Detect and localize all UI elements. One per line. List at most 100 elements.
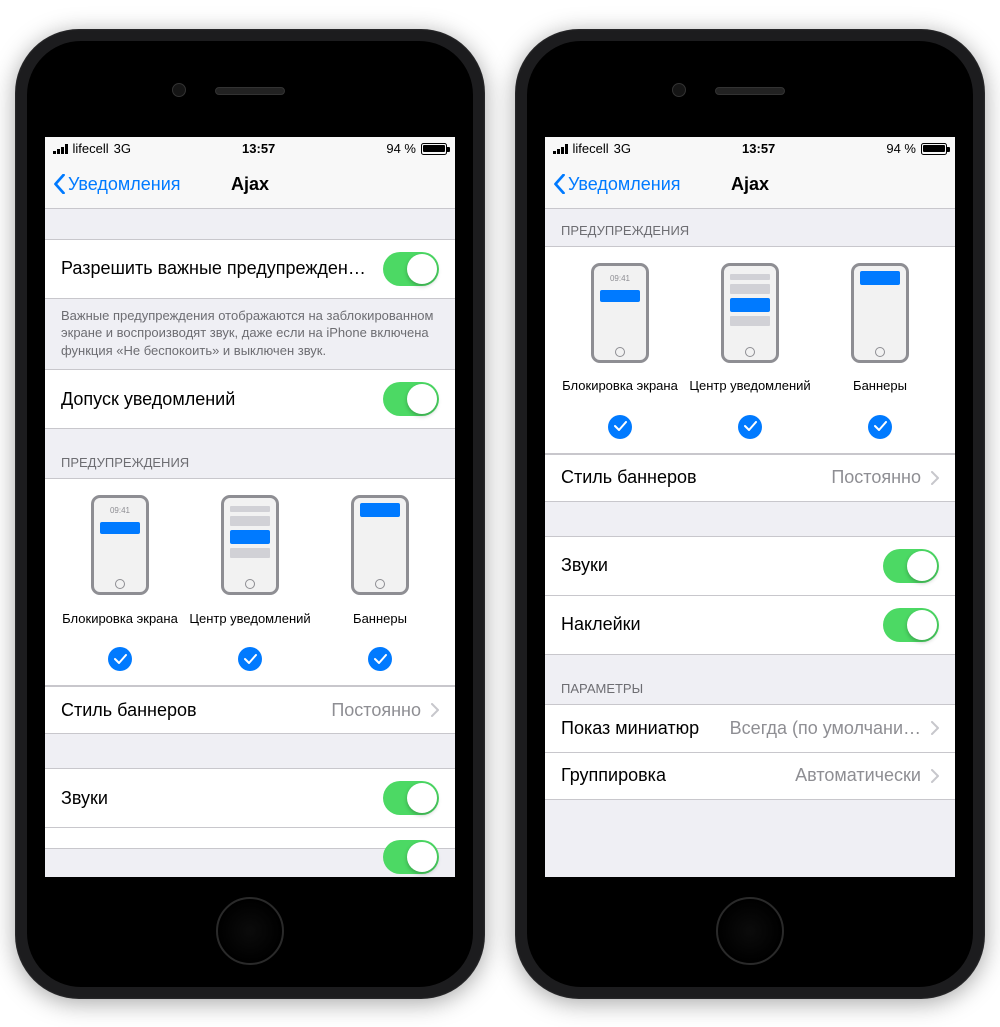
camera-icon <box>172 83 186 97</box>
banner-style-value: Постоянно <box>331 700 421 721</box>
back-label: Уведомления <box>68 174 181 195</box>
preview-banner[interactable]: Баннеры <box>816 263 945 403</box>
badges-row-partial[interactable] <box>45 827 455 849</box>
banner-style-row[interactable]: Стиль баннеров Постоянно <box>45 686 455 734</box>
lock-preview-icon: 09:41 <box>591 263 649 363</box>
critical-alerts-label: Разрешить важные предупрежден… <box>61 258 373 279</box>
back-button[interactable]: Уведомления <box>553 174 681 195</box>
preview-banner[interactable]: Баннеры <box>316 495 445 635</box>
preview-center[interactable]: Центр уведомлений <box>686 263 815 403</box>
preview-lock[interactable]: 09:41 Блокировка экрана <box>556 263 685 403</box>
banner-style-value: Постоянно <box>831 467 921 488</box>
preview-lock[interactable]: 09:41 Блокировка экрана <box>56 495 185 635</box>
allow-notifications-toggle[interactable] <box>383 382 439 416</box>
critical-alerts-row[interactable]: Разрешить важные предупрежден… <box>45 239 455 299</box>
back-label: Уведомления <box>568 174 681 195</box>
chevron-right-icon <box>931 471 939 485</box>
badges-row[interactable]: Наклейки <box>545 595 955 655</box>
carrier-label: lifecell <box>573 141 609 156</box>
phone-mockup: lifecell 3G 13:57 94 % Уведомления Ajax … <box>515 29 985 999</box>
preview-center-check[interactable] <box>738 415 762 439</box>
center-preview-icon <box>221 495 279 595</box>
bezel: lifecell 3G 13:57 94 % Уведомления Ajax … <box>527 41 973 987</box>
signal-icon <box>553 144 568 154</box>
badges-toggle[interactable] <box>883 608 939 642</box>
grouping-row[interactable]: Группировка Автоматически <box>545 752 955 800</box>
banner-preview-icon <box>851 263 909 363</box>
network-label: 3G <box>114 141 131 156</box>
badges-label: Наклейки <box>561 614 873 635</box>
badges-toggle[interactable] <box>383 840 439 874</box>
check-icon <box>614 421 627 432</box>
speaker-icon <box>715 87 785 95</box>
preview-label: Баннеры <box>853 371 907 403</box>
battery-pct: 94 % <box>386 141 416 156</box>
chevron-right-icon <box>931 769 939 783</box>
status-bar: lifecell 3G 13:57 94 % <box>45 137 455 161</box>
clock: 13:57 <box>742 141 775 156</box>
signal-icon <box>53 144 68 154</box>
grouping-value: Автоматически <box>795 765 921 786</box>
preview-label: Баннеры <box>353 603 407 635</box>
lock-time: 09:41 <box>594 274 646 283</box>
alert-style-section: 09:41 Блокировка экрана Центр уведомлени… <box>545 246 955 454</box>
home-button[interactable] <box>216 897 284 965</box>
banner-style-label: Стиль баннеров <box>61 700 321 721</box>
nav-bar: Уведомления Ajax <box>545 161 955 209</box>
chevron-right-icon <box>431 703 439 717</box>
preview-center-check[interactable] <box>238 647 262 671</box>
show-previews-value: Всегда (по умолчани… <box>709 718 921 739</box>
preview-label: Центр уведомлений <box>689 371 810 403</box>
sounds-label: Звуки <box>561 555 873 576</box>
check-icon <box>874 421 887 432</box>
critical-alerts-toggle[interactable] <box>383 252 439 286</box>
home-button[interactable] <box>716 897 784 965</box>
battery-icon <box>921 143 947 155</box>
clock: 13:57 <box>242 141 275 156</box>
preview-label: Центр уведомлений <box>189 603 310 635</box>
banner-style-row[interactable]: Стиль баннеров Постоянно <box>545 454 955 502</box>
sounds-row[interactable]: Звуки <box>45 768 455 827</box>
speaker-icon <box>215 87 285 95</box>
lock-preview-icon: 09:41 <box>91 495 149 595</box>
options-section-header: ПАРАМЕТРЫ <box>545 655 955 704</box>
carrier-label: lifecell <box>73 141 109 156</box>
alerts-section-header: ПРЕДУПРЕЖДЕНИЯ <box>545 209 955 246</box>
preview-lock-check[interactable] <box>108 647 132 671</box>
preview-lock-check[interactable] <box>608 415 632 439</box>
preview-banner-check[interactable] <box>868 415 892 439</box>
check-icon <box>744 421 757 432</box>
preview-label: Блокировка экрана <box>562 371 678 403</box>
battery-icon <box>421 143 447 155</box>
sounds-toggle[interactable] <box>883 549 939 583</box>
sounds-label: Звуки <box>61 788 373 809</box>
preview-center[interactable]: Центр уведомлений <box>186 495 315 635</box>
chevron-left-icon <box>553 174 566 194</box>
alert-style-section: 09:41 Блокировка экрана Центр уведомлени… <box>45 478 455 686</box>
screen: lifecell 3G 13:57 94 % Уведомления Ajax <box>45 137 455 877</box>
camera-icon <box>672 83 686 97</box>
alerts-section-header: ПРЕДУПРЕЖДЕНИЯ <box>45 429 455 478</box>
sounds-row[interactable]: Звуки <box>545 536 955 595</box>
show-previews-label: Показ миниатюр <box>561 718 699 739</box>
sounds-toggle[interactable] <box>383 781 439 815</box>
critical-alerts-footer: Важные предупреждения отображаются на за… <box>45 299 455 370</box>
settings-content[interactable]: ПРЕДУПРЕЖДЕНИЯ 09:41 Блокировка экрана <box>545 209 955 877</box>
phone-mockup: lifecell 3G 13:57 94 % Уведомления Ajax <box>15 29 485 999</box>
preview-label: Блокировка экрана <box>62 603 178 635</box>
check-icon <box>114 654 127 665</box>
center-preview-icon <box>721 263 779 363</box>
show-previews-row[interactable]: Показ миниатюр Всегда (по умолчани… <box>545 704 955 752</box>
grouping-label: Группировка <box>561 765 785 786</box>
nav-title: Ajax <box>731 174 769 195</box>
allow-notifications-row[interactable]: Допуск уведомлений <box>45 369 455 429</box>
preview-banner-check[interactable] <box>368 647 392 671</box>
chevron-left-icon <box>53 174 66 194</box>
screen: lifecell 3G 13:57 94 % Уведомления Ajax … <box>545 137 955 877</box>
check-icon <box>374 654 387 665</box>
battery-pct: 94 % <box>886 141 916 156</box>
settings-content[interactable]: Разрешить важные предупрежден… Важные пр… <box>45 209 455 877</box>
back-button[interactable]: Уведомления <box>53 174 181 195</box>
banner-preview-icon <box>351 495 409 595</box>
check-icon <box>244 654 257 665</box>
